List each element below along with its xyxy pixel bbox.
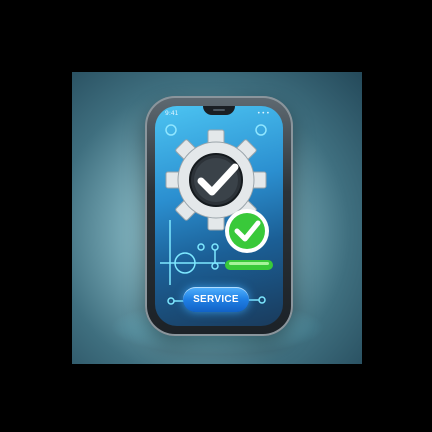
decor-ring-right-icon xyxy=(255,124,267,136)
decor-ring-left-icon xyxy=(165,124,177,136)
status-time: 9:41 xyxy=(165,110,179,117)
status-signal-icon: ••• xyxy=(257,110,271,117)
green-checkmark-badge-icon xyxy=(225,209,269,253)
phone-notch xyxy=(203,106,235,115)
screen-illustration xyxy=(160,124,273,305)
service-button[interactable]: SERVICE xyxy=(183,287,249,312)
